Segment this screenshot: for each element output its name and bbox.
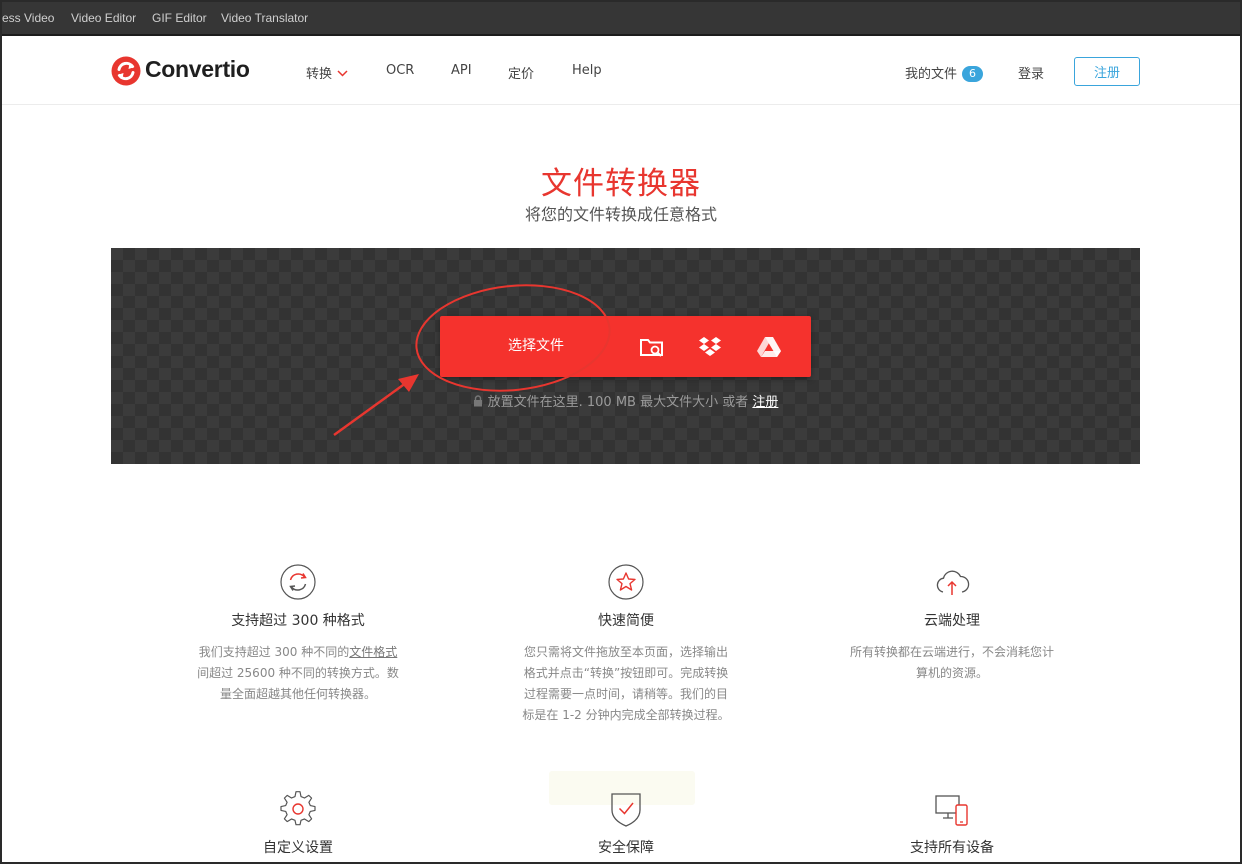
page-subtitle: 将您的文件转换成任意格式 xyxy=(524,205,717,224)
drop-hint-text: 放置文件在这里. 100 MB 最大文件大小 或者 xyxy=(487,395,749,410)
feature-fast-easy-desc-line: 您只需将文件拖放至本页面，选择输出 xyxy=(523,645,728,659)
tool-link-compress-video[interactable]: ess Video xyxy=(2,11,54,25)
chevron-down-icon xyxy=(337,70,348,77)
cloud-upload-icon xyxy=(936,570,970,595)
feature-security: 安全保障 xyxy=(476,790,776,857)
feature-custom-settings: 自定义设置 xyxy=(148,790,448,857)
devices-icon xyxy=(935,795,968,826)
feature-fast-easy-desc-line: 标是在 1-2 分钟内完成全部转换过程。 xyxy=(522,708,730,722)
feature-fast-easy-title: 快速简便 xyxy=(598,613,654,629)
nav-api[interactable]: API xyxy=(451,63,472,78)
logo-text: Convertio xyxy=(145,56,250,82)
feature-formats-desc-line: 我们支持超过 300 种不同的 xyxy=(198,645,350,659)
feature-security-title: 安全保障 xyxy=(598,840,654,856)
feature-formats: 支持超过 300 种格式 我们支持超过 300 种不同的文件格式 间超过 256… xyxy=(148,563,448,705)
shield-check-icon xyxy=(611,793,641,827)
refresh-icon xyxy=(280,564,316,600)
tool-link-video-editor[interactable]: Video Editor xyxy=(71,11,136,25)
feature-cloud-desc-line: 算机的资源。 xyxy=(915,666,988,680)
site-header: Convertio 转换 OCR API 定价 Help 我的文件 6 登录 注册 xyxy=(2,38,1240,105)
nav-convert[interactable]: 转换 xyxy=(306,63,348,82)
file-formats-link[interactable]: 文件格式 xyxy=(349,645,397,659)
feature-formats-title: 支持超过 300 种格式 xyxy=(231,613,365,629)
feature-cloud-title: 云端处理 xyxy=(924,613,980,629)
select-file-button[interactable]: 选择文件 xyxy=(440,316,632,377)
select-file-bar: 选择文件 xyxy=(440,316,811,377)
dropbox-icon[interactable] xyxy=(696,333,724,361)
my-files-count-badge: 6 xyxy=(962,66,984,82)
lock-icon xyxy=(473,395,482,407)
feature-all-devices: 支持所有设备 xyxy=(802,790,1102,857)
feature-cloud-desc-line: 所有转换都在云端进行，不会消耗您计 xyxy=(849,645,1054,659)
signup-button[interactable]: 注册 xyxy=(1074,57,1140,86)
feature-formats-desc: 我们支持超过 300 种不同的文件格式 间超过 25600 种不同的转换方式。数… xyxy=(179,642,417,705)
feature-formats-desc-line: 间超过 25600 种不同的转换方式。数 xyxy=(197,666,399,680)
feature-all-devices-title: 支持所有设备 xyxy=(910,840,994,856)
nav-ocr[interactable]: OCR xyxy=(386,63,414,78)
upload-dropzone[interactable]: 选择文件 放置文件在这里. 100 MB 最大文件大小 或者 注册 xyxy=(111,248,1140,464)
tool-link-video-translator[interactable]: Video Translator xyxy=(221,11,308,25)
page-title: 文件转换器 xyxy=(541,166,701,202)
feature-fast-easy-desc-line: 过程需要一点时间，请稍等。我们的目 xyxy=(523,687,728,701)
gear-icon xyxy=(280,791,316,826)
nav-pricing[interactable]: 定价 xyxy=(508,63,534,82)
feature-cloud-desc: 所有转换都在云端进行，不会消耗您计 算机的资源。 xyxy=(833,642,1071,684)
login-link[interactable]: 登录 xyxy=(1018,63,1044,82)
tool-strip: ess Video Video Editor GIF Editor Video … xyxy=(2,2,1240,36)
feature-fast-easy: 快速简便 您只需将文件拖放至本页面，选择输出 格式并点击“转换”按钮即可。完成转… xyxy=(476,563,776,726)
convertio-logo-icon xyxy=(111,56,141,86)
google-drive-icon[interactable] xyxy=(755,333,783,361)
feature-custom-settings-title: 自定义设置 xyxy=(263,840,333,856)
feature-fast-easy-desc: 您只需将文件拖放至本页面，选择输出 格式并点击“转换”按钮即可。完成转换 过程需… xyxy=(507,642,745,726)
feature-fast-easy-desc-line: 格式并点击“转换”按钮即可。完成转换 xyxy=(523,666,729,680)
folder-search-icon[interactable] xyxy=(638,333,666,361)
nav-convert-label: 转换 xyxy=(306,67,333,82)
feature-formats-desc-line: 量全面超越其他任何转换器。 xyxy=(219,687,376,701)
drop-hint-signup-link[interactable]: 注册 xyxy=(752,395,778,410)
feature-cloud: 云端处理 所有转换都在云端进行，不会消耗您计 算机的资源。 xyxy=(802,563,1102,684)
nav-help[interactable]: Help xyxy=(572,63,602,78)
browser-page: ess Video Video Editor GIF Editor Video … xyxy=(2,2,1240,862)
my-files-link[interactable]: 我的文件 6 xyxy=(905,63,984,82)
my-files-label: 我的文件 xyxy=(905,67,958,82)
tool-link-gif-editor[interactable]: GIF Editor xyxy=(152,11,207,25)
star-icon xyxy=(608,564,644,600)
drop-hint: 放置文件在这里. 100 MB 最大文件大小 或者 注册 xyxy=(111,391,1140,410)
